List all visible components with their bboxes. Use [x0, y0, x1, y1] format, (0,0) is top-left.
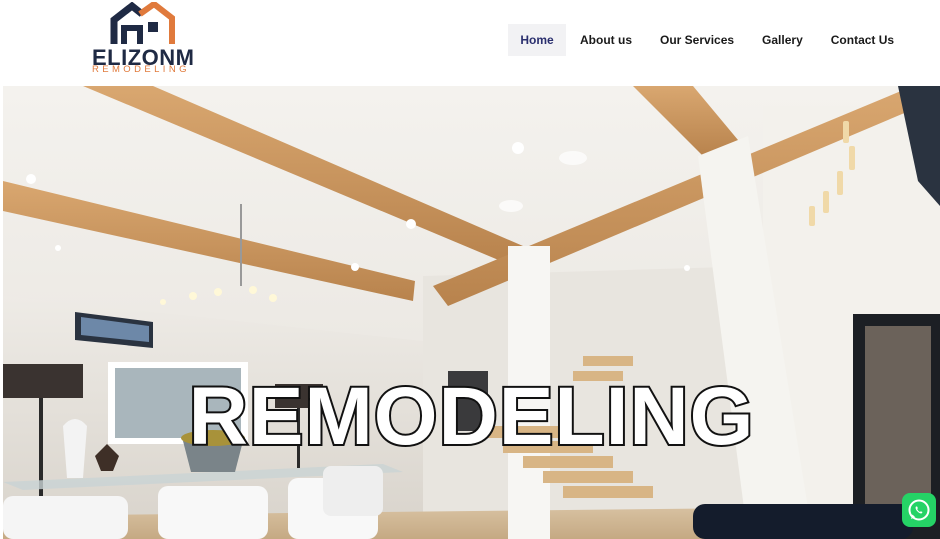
nav-our-services[interactable]: Our Services — [646, 24, 748, 56]
nav-about-us[interactable]: About us — [566, 24, 646, 56]
nav-home[interactable]: Home — [508, 24, 566, 56]
hero-background-image — [3, 86, 940, 539]
brand-tagline: REMODELING — [92, 64, 190, 75]
site-header: ELIZONM REMODELING Home About us Our Ser… — [0, 0, 940, 86]
brand-logo[interactable]: ELIZONM REMODELING — [90, 2, 196, 76]
house-logo-icon — [110, 2, 175, 44]
whatsapp-icon — [908, 499, 930, 521]
hero-title: REMODELING — [187, 371, 756, 462]
main-nav: Home About us Our Services Gallery Conta… — [508, 24, 908, 56]
nav-gallery[interactable]: Gallery — [748, 24, 817, 56]
whatsapp-chat-button[interactable] — [902, 493, 936, 527]
nav-contact-us[interactable]: Contact Us — [817, 24, 908, 56]
hero-section: REMODELING — [3, 86, 940, 539]
